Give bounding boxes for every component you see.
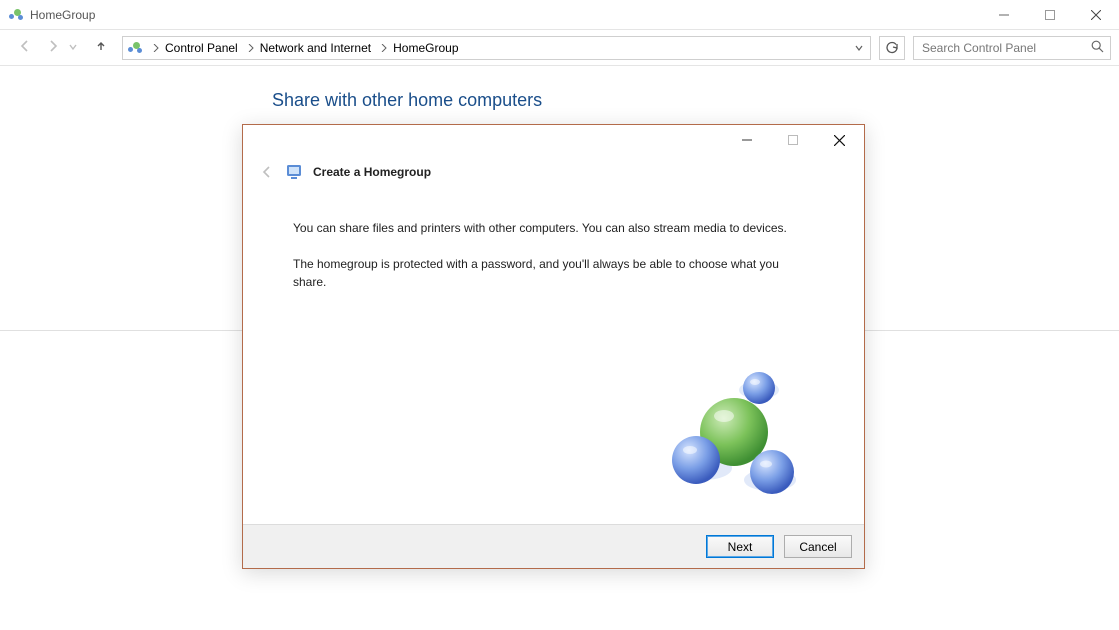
wizard-body-text: The homegroup is protected with a passwo…	[293, 255, 814, 291]
nav-up-button[interactable]	[94, 39, 108, 56]
wizard-titlebar	[243, 125, 864, 155]
nav-back-button[interactable]	[18, 39, 32, 56]
window-minimize-button[interactable]	[981, 0, 1027, 29]
search-input[interactable]	[920, 40, 1085, 56]
homegroup-icon	[8, 7, 24, 23]
next-button[interactable]: Next	[706, 535, 774, 558]
search-icon	[1091, 40, 1104, 56]
chevron-right-icon	[381, 43, 387, 53]
breadcrumb-item[interactable]: HomeGroup	[377, 41, 462, 55]
chevron-right-icon	[248, 43, 254, 53]
breadcrumb-item[interactable]: Control Panel	[149, 41, 242, 55]
window-close-button[interactable]	[1073, 0, 1119, 29]
homegroup-illustration	[644, 360, 814, 510]
search-box[interactable]	[913, 36, 1111, 60]
cancel-button[interactable]: Cancel	[784, 535, 852, 558]
navigation-bar: Control Panel Network and Internet HomeG…	[0, 30, 1119, 66]
homegroup-icon	[127, 40, 143, 56]
breadcrumb-label: HomeGroup	[393, 41, 458, 55]
window-maximize-button[interactable]	[1027, 0, 1073, 29]
breadcrumb-label: Control Panel	[165, 41, 238, 55]
wizard-maximize-button[interactable]	[770, 125, 816, 155]
wizard-body-text: You can share files and printers with ot…	[293, 219, 814, 237]
chevron-right-icon	[153, 43, 159, 53]
window-titlebar: HomeGroup	[0, 0, 1119, 30]
wizard-back-button[interactable]	[259, 164, 275, 180]
window-title: HomeGroup	[30, 8, 95, 22]
wizard-title: Create a Homegroup	[313, 165, 431, 179]
address-bar[interactable]: Control Panel Network and Internet HomeG…	[122, 36, 871, 60]
refresh-button[interactable]	[879, 36, 905, 60]
address-dropdown[interactable]	[850, 37, 868, 59]
nav-history-dropdown[interactable]	[68, 41, 78, 55]
wizard-footer: Next Cancel	[243, 524, 864, 568]
wizard-close-button[interactable]	[816, 125, 862, 155]
wizard-body: You can share files and printers with ot…	[243, 189, 864, 524]
page-heading: Share with other home computers	[272, 90, 542, 111]
homegroup-wizard-icon	[285, 163, 303, 181]
create-homegroup-wizard: Create a Homegroup You can share files a…	[242, 124, 865, 569]
wizard-header: Create a Homegroup	[243, 155, 864, 189]
breadcrumb-label: Network and Internet	[260, 41, 371, 55]
wizard-minimize-button[interactable]	[724, 125, 770, 155]
nav-forward-button[interactable]	[46, 39, 60, 56]
breadcrumb-item[interactable]: Network and Internet	[244, 41, 375, 55]
content-area: Share with other home computers	[0, 66, 1119, 630]
